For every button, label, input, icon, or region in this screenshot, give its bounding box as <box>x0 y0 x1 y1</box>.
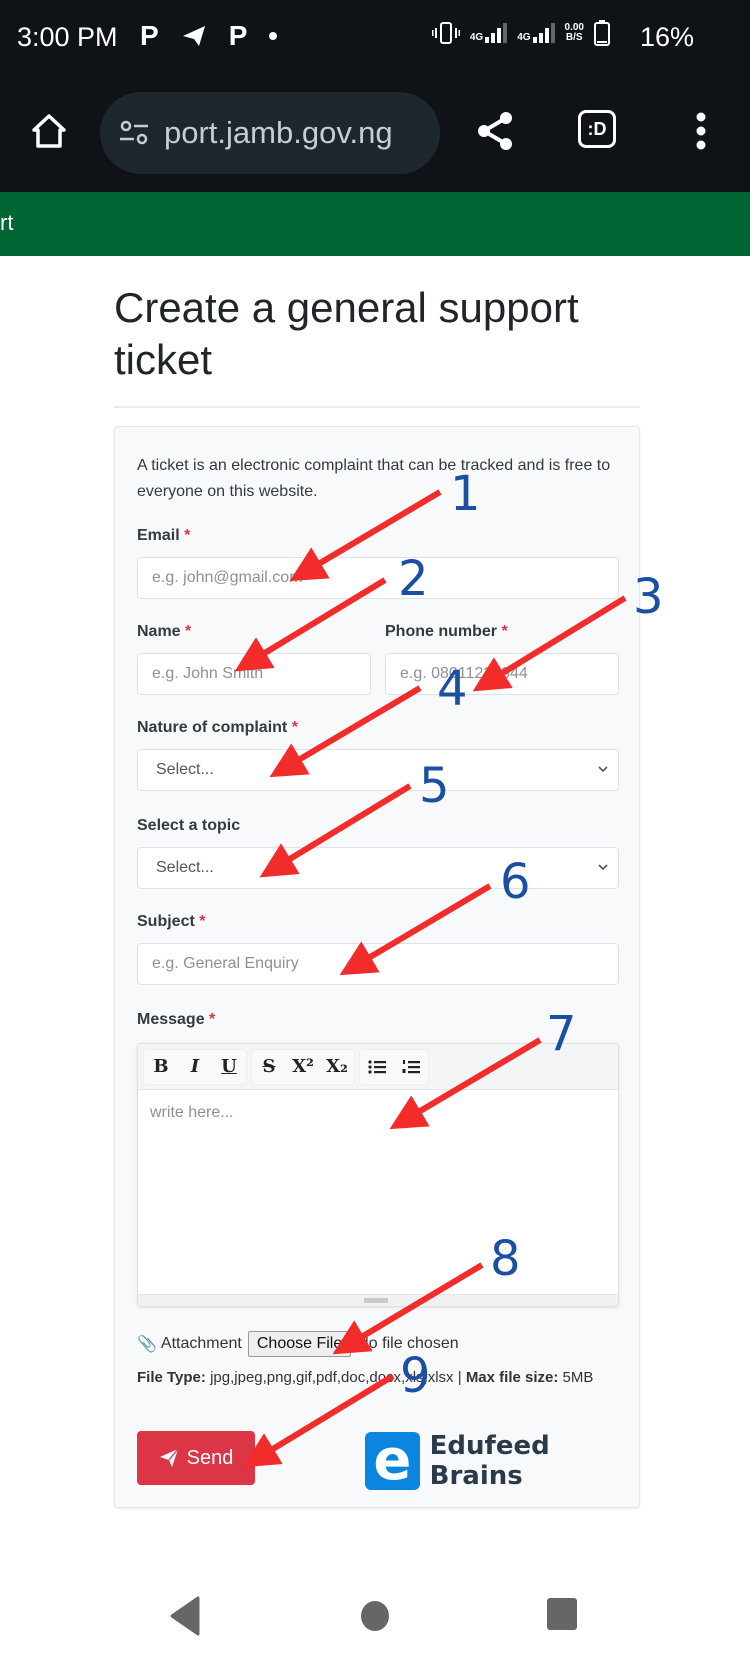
battery-percent: 16% <box>639 22 694 52</box>
required-marker: * <box>199 913 206 930</box>
complaint-select[interactable]: Select... <box>137 749 619 791</box>
back-button[interactable] <box>168 1596 202 1636</box>
email-input[interactable]: e.g. john@gmail.com <box>137 557 619 599</box>
home-button[interactable] <box>24 106 74 156</box>
chevron-down-icon <box>598 864 608 871</box>
paper-plane-icon <box>159 1448 179 1467</box>
complaint-label: Nature of complaint * <box>137 719 298 736</box>
more-vert-icon <box>696 112 706 150</box>
topic-label: Select a topic <box>137 817 241 834</box>
subject-label: Subject * <box>137 913 206 930</box>
attachment-label: Attachment <box>160 1335 242 1352</box>
more-menu-button[interactable] <box>686 104 716 158</box>
system-icons: 4G 4G 0.00 B/S <box>431 20 610 46</box>
editor-resize-handle[interactable] <box>138 1294 618 1306</box>
numbered-list-button[interactable] <box>394 1050 428 1084</box>
choose-file-button[interactable]: Choose File <box>247 1331 352 1357</box>
notification-icons: P P <box>140 20 278 52</box>
ticket-form: A ticket is an electronic complaint that… <box>114 426 640 1508</box>
url-text[interactable]: port.jamb.gov.ng <box>164 115 393 151</box>
bulleted-list-icon <box>368 1059 386 1074</box>
strikethrough-button[interactable]: S <box>252 1050 286 1084</box>
script-group: S X² X₂ <box>252 1049 354 1084</box>
vibrate-icon <box>431 22 460 44</box>
required-marker: * <box>209 1011 216 1028</box>
edufeed-logo: e <box>365 1432 420 1490</box>
subject-input[interactable]: e.g. General Enquiry <box>137 943 619 985</box>
email-label: Email * <box>137 527 191 544</box>
notification-dot-icon <box>269 32 278 40</box>
bold-button[interactable]: B <box>144 1050 178 1084</box>
signal-1-icon: 4G <box>470 23 508 43</box>
status-bar: 3:00 PM P P 4G 4G 0.00 B/S 16% <box>0 0 750 80</box>
p-app-icon: P <box>140 20 159 51</box>
required-marker: * <box>185 623 192 640</box>
underline-button[interactable]: U <box>212 1050 246 1084</box>
message-label: Message * <box>137 1011 216 1028</box>
required-marker: * <box>291 719 298 736</box>
chevron-down-icon <box>598 766 608 773</box>
file-status: No file chosen <box>357 1335 459 1352</box>
topic-select[interactable]: Select... <box>137 847 619 889</box>
file-type-info: File Type: jpg,jpeg,png,gif,pdf,doc,docx… <box>137 1369 594 1386</box>
name-label: Name * <box>137 623 192 640</box>
paperclip-icon: 📎 <box>137 1336 157 1353</box>
home-icon <box>32 114 66 148</box>
share-icon <box>478 112 512 150</box>
browser-toolbar: port.jamb.gov.ng :D <box>0 80 750 192</box>
name-input[interactable]: e.g. John Smith <box>137 653 371 695</box>
battery-icon <box>594 20 610 46</box>
required-marker: * <box>184 527 191 544</box>
status-time: 3:00 PM <box>17 22 118 52</box>
list-group <box>360 1049 428 1084</box>
phone-label: Phone number * <box>385 623 508 640</box>
watermark-name: Edufeed Brains <box>429 1431 550 1491</box>
site-navbar: rt <box>0 192 750 256</box>
signal-2-icon: 4G <box>517 23 555 43</box>
data-speed: 0.00 B/S <box>564 22 584 43</box>
format-group: B I U <box>144 1049 246 1084</box>
watermark: e Edufeed Brains <box>365 1431 639 1491</box>
recents-button[interactable] <box>546 1597 578 1631</box>
title-divider <box>114 406 640 408</box>
navbar-brand-partial[interactable]: rt <box>0 210 13 236</box>
numbered-list-icon <box>402 1059 420 1073</box>
page-title: Create a general support ticket <box>114 284 579 383</box>
send-button[interactable]: Send <box>137 1431 255 1485</box>
message-placeholder: write here... <box>150 1104 234 1121</box>
p-app-icon: P <box>228 20 248 51</box>
phone-input[interactable]: e.g. 08011223344 <box>385 653 619 695</box>
italic-button[interactable]: I <box>178 1050 212 1084</box>
attachment-row: 📎 Attachment Choose File No file chosen <box>137 1331 459 1357</box>
editor-toolbar: B I U S X² X₂ <box>138 1044 618 1090</box>
message-editor[interactable]: B I U S X² X₂ write here... <box>137 1043 619 1307</box>
subscript-button[interactable]: X₂ <box>320 1050 354 1084</box>
system-nav-bar <box>0 1580 750 1680</box>
share-button[interactable] <box>468 104 522 158</box>
superscript-button[interactable]: X² <box>286 1050 320 1084</box>
site-settings-icon[interactable] <box>118 119 150 147</box>
home-nav-button[interactable] <box>360 1597 390 1635</box>
required-marker: * <box>501 623 508 640</box>
tab-switcher-button[interactable]: :D <box>578 110 616 148</box>
form-intro: A ticket is an electronic complaint that… <box>137 457 611 500</box>
telegram-icon <box>182 26 205 46</box>
bulleted-list-button[interactable] <box>360 1050 394 1084</box>
address-bar[interactable]: port.jamb.gov.ng <box>100 92 440 174</box>
